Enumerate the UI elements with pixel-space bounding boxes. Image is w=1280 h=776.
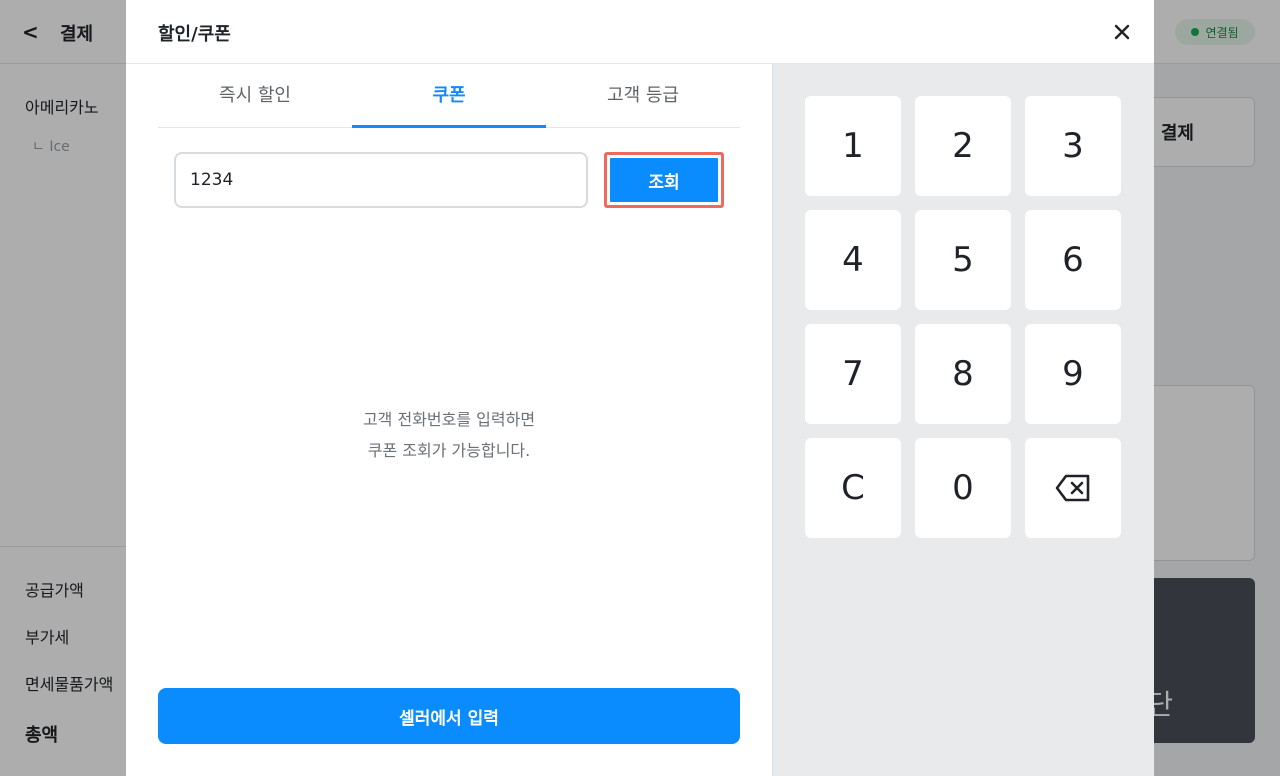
tab-coupon[interactable]: 쿠폰: [352, 64, 546, 128]
tab-customer-grade[interactable]: 고객 등급: [546, 64, 740, 127]
key-8[interactable]: 8: [915, 324, 1011, 424]
tab-instant-discount[interactable]: 즉시 할인: [158, 64, 352, 127]
coupon-hint: 고객 전화번호를 입력하면 쿠폰 조회가 가능합니다.: [126, 404, 772, 466]
key-3[interactable]: 3: [1025, 96, 1121, 196]
key-9[interactable]: 9: [1025, 324, 1121, 424]
key-4[interactable]: 4: [805, 210, 901, 310]
coupon-pane: 즉시 할인 쿠폰 고객 등급 조회 고객 전화번호를 입력하면 쿠폰 조회가 가…: [126, 64, 772, 776]
key-2[interactable]: 2: [915, 96, 1011, 196]
key-7[interactable]: 7: [805, 324, 901, 424]
discount-tabs: 즉시 할인 쿠폰 고객 등급: [158, 64, 740, 128]
key-6[interactable]: 6: [1025, 210, 1121, 310]
key-clear[interactable]: C: [805, 438, 901, 538]
lookup-button-highlight: 조회: [604, 152, 724, 208]
phone-number-input[interactable]: [176, 154, 586, 206]
close-icon[interactable]: [1104, 14, 1140, 50]
close-glyph: [1114, 24, 1130, 40]
coupon-hint-line-1: 고객 전화번호를 입력하면: [362, 410, 536, 429]
numeric-keypad: 1 2 3 4 5 6 7 8 9 C 0: [805, 96, 1123, 538]
key-5[interactable]: 5: [915, 210, 1011, 310]
modal-title: 할인/쿠폰: [158, 24, 231, 45]
key-0[interactable]: 0: [915, 438, 1011, 538]
backspace-icon[interactable]: [1025, 438, 1121, 538]
lookup-button[interactable]: 조회: [610, 158, 718, 202]
backspace-glyph: [1055, 474, 1090, 502]
discount-coupon-modal: 할인/쿠폰 즉시 할인 쿠폰 고객 등급 조회 고객 전화번호를 입력하면 쿠폰…: [126, 0, 1154, 776]
keypad-pane: 1 2 3 4 5 6 7 8 9 C 0: [772, 64, 1154, 776]
phone-input-wrapper: [174, 152, 588, 208]
modal-header: 할인/쿠폰: [126, 0, 1154, 64]
enter-from-seller-button[interactable]: 셀러에서 입력: [158, 688, 740, 744]
coupon-hint-line-2: 쿠폰 조회가 가능합니다.: [367, 441, 531, 460]
key-1[interactable]: 1: [805, 96, 901, 196]
